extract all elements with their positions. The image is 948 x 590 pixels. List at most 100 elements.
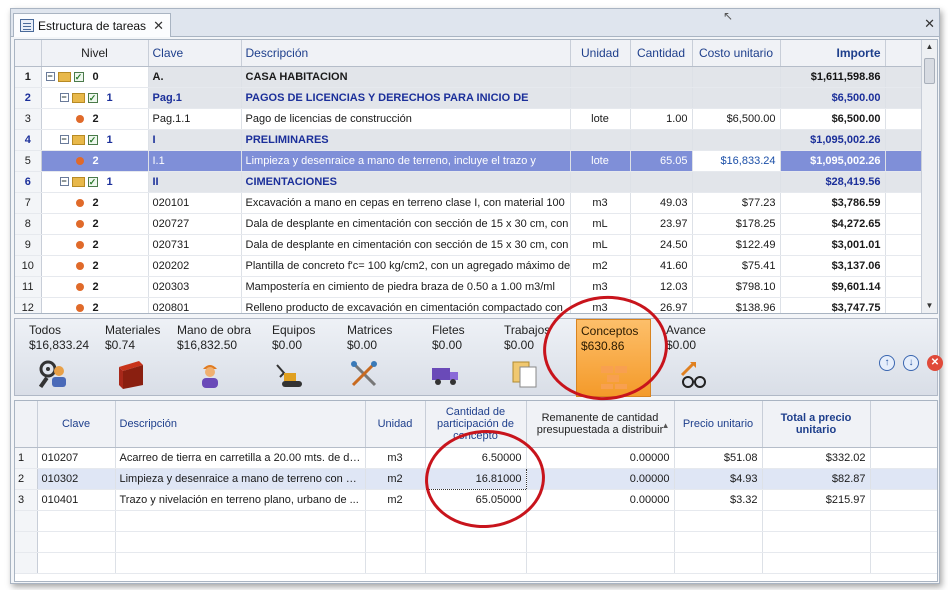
task-row[interactable]: 4 − ✓ 1 I PRELIMINARES $1,095,002.26 bbox=[15, 129, 924, 151]
column-header-unidad[interactable]: Unidad bbox=[365, 401, 426, 448]
cantidad-cell[interactable]: 12.03 bbox=[630, 276, 693, 298]
checked-icon[interactable]: ✓ bbox=[73, 71, 84, 82]
descripcion-cell[interactable]: Plantilla de concreto f'c= 100 kg/cm2, c… bbox=[241, 255, 571, 277]
descripcion-cell[interactable]: Mampostería en cimiento de piedra braza … bbox=[241, 276, 571, 298]
descripcion-cell[interactable]: Limpieza y desenraice a mano de terreno,… bbox=[241, 150, 571, 172]
tree-node[interactable]: − ✓ 1 bbox=[41, 171, 149, 193]
precio-unitario-cell[interactable]: $51.08 bbox=[674, 447, 763, 469]
filter-fletes[interactable]: Fletes $0.00 bbox=[428, 319, 498, 397]
column-header-remanente[interactable]: Remanente de cantidad presupuestada a di… bbox=[526, 401, 675, 448]
descripcion-cell[interactable]: CASA HABITACION bbox=[241, 66, 571, 88]
costo-unitario-cell[interactable]: $122.49 bbox=[692, 234, 781, 256]
unidad-cell[interactable] bbox=[570, 129, 631, 151]
concept-row[interactable]: 1 010207 Acarreo de tierra en carretilla a… bbox=[15, 447, 937, 469]
collapse-icon[interactable]: − bbox=[59, 93, 69, 102]
task-row[interactable]: 10 2 020202 Plantilla de concreto f'c= 100 … bbox=[15, 255, 924, 277]
cantidad-cell[interactable] bbox=[630, 66, 693, 88]
descripcion-cell[interactable]: PRELIMINARES bbox=[241, 129, 571, 151]
column-header-costo-unitario[interactable]: Costo unitario bbox=[692, 40, 781, 67]
task-row[interactable]: 11 2 020303 Mampostería en cimiento de pied… bbox=[15, 276, 924, 298]
cantidad-participacion-cell[interactable]: 6.50000 bbox=[425, 447, 527, 469]
precio-unitario-cell[interactable]: $3.32 bbox=[674, 489, 763, 511]
costo-unitario-cell[interactable]: $75.41 bbox=[692, 255, 781, 277]
costo-unitario-cell[interactable] bbox=[692, 66, 781, 88]
column-header-cantidad[interactable]: Cantidad bbox=[630, 40, 693, 67]
column-header-importe[interactable]: Importe bbox=[780, 40, 886, 67]
cantidad-cell[interactable] bbox=[630, 171, 693, 193]
unidad-cell[interactable]: m3 bbox=[570, 192, 631, 214]
descripcion-cell[interactable]: Relleno producto de excavación en ciment… bbox=[241, 297, 571, 313]
tree-node[interactable]: 2 bbox=[41, 297, 149, 313]
checked-icon[interactable]: ✓ bbox=[87, 176, 98, 187]
cantidad-participacion-cell[interactable]: 65.05000 bbox=[425, 489, 527, 511]
collapse-icon[interactable]: − bbox=[59, 135, 69, 144]
descripcion-cell[interactable]: CIMENTACIONES bbox=[241, 171, 571, 193]
task-row[interactable]: 8 2 020727 Dala de desplante en cimentación… bbox=[15, 213, 924, 235]
tree-node[interactable]: − ✓ 1 bbox=[41, 129, 149, 151]
remanente-cell[interactable]: 0.00000 bbox=[526, 447, 675, 469]
clave-cell[interactable]: 010207 bbox=[37, 447, 116, 469]
unidad-cell[interactable]: m2 bbox=[365, 489, 426, 511]
tree-node[interactable]: 2 bbox=[41, 192, 149, 214]
checked-icon[interactable]: ✓ bbox=[87, 92, 98, 103]
costo-unitario-cell[interactable] bbox=[692, 87, 781, 109]
unidad-cell[interactable] bbox=[570, 171, 631, 193]
remanente-cell[interactable]: 0.00000 bbox=[526, 468, 675, 490]
clave-cell[interactable]: 020202 bbox=[148, 255, 242, 277]
filter-mano-de-obra[interactable]: Mano de obra $16,832.50 bbox=[173, 319, 263, 397]
tree-node[interactable]: − ✓ 0 bbox=[41, 66, 149, 88]
task-row[interactable]: 6 − ✓ 1 II CIMENTACIONES $28,419.56 bbox=[15, 171, 924, 193]
cantidad-cell[interactable] bbox=[630, 87, 693, 109]
costo-unitario-cell[interactable] bbox=[692, 171, 781, 193]
column-header-clave[interactable]: Clave bbox=[37, 401, 116, 448]
filter-equipos[interactable]: Equipos $0.00 bbox=[268, 319, 338, 397]
column-header-descripcion[interactable]: Descripción bbox=[115, 401, 366, 448]
unidad-cell[interactable]: mL bbox=[570, 234, 631, 256]
descripcion-cell[interactable]: Dala de desplante en cimentación con sec… bbox=[241, 213, 571, 235]
remanente-cell[interactable]: 0.00000 bbox=[526, 489, 675, 511]
costo-unitario-cell[interactable] bbox=[692, 129, 781, 151]
move-up-icon[interactable]: ↑ bbox=[879, 355, 895, 371]
cantidad-participacion-cell[interactable]: 16.81000 bbox=[424, 467, 527, 490]
cantidad-cell[interactable]: 49.03 bbox=[630, 192, 693, 214]
costo-unitario-cell[interactable]: $798.10 bbox=[692, 276, 781, 298]
column-header-unidad[interactable]: Unidad bbox=[570, 40, 631, 67]
column-header-cantidad-participacion[interactable]: Cantidad de participación de concepto bbox=[425, 401, 527, 448]
cantidad-cell[interactable]: 24.50 bbox=[630, 234, 693, 256]
concept-row[interactable]: 3 010401 Trazo y nivelación en terreno pla… bbox=[15, 489, 937, 511]
scroll-thumb[interactable] bbox=[924, 58, 935, 84]
task-row[interactable]: 2 − ✓ 1 Pag.1 PAGOS DE LICENCIAS Y DERECHOS P… bbox=[15, 87, 924, 109]
descripcion-cell[interactable]: PAGOS DE LICENCIAS Y DERECHOS PARA INICI… bbox=[241, 87, 571, 109]
task-row[interactable]: 1− ✓ 0 A. CASA HABITACION $1,611,598.86 bbox=[15, 66, 924, 88]
column-header-descripcion[interactable]: Descripción bbox=[241, 40, 571, 67]
tree-node[interactable]: 2 bbox=[41, 276, 149, 298]
collapse-icon[interactable]: − bbox=[59, 177, 69, 186]
costo-unitario-cell[interactable]: $178.25 bbox=[692, 213, 781, 235]
clave-cell[interactable]: 010401 bbox=[37, 489, 116, 511]
unidad-cell[interactable]: m3 bbox=[365, 447, 426, 469]
cantidad-cell[interactable]: 26.97 bbox=[630, 297, 693, 313]
descripcion-cell[interactable]: Acarreo de tierra en carretilla a 20.00 … bbox=[115, 447, 366, 469]
tab-estructura-de-tareas[interactable]: Estructura de tareas ✕ bbox=[13, 13, 171, 37]
delete-icon[interactable]: ✕ bbox=[927, 355, 943, 371]
unidad-cell[interactable]: lote bbox=[570, 150, 631, 172]
column-header-nivel[interactable]: Nivel bbox=[41, 40, 149, 67]
task-row[interactable]: 9 2 020731 Dala de desplante en cimentación… bbox=[15, 234, 924, 256]
unidad-cell[interactable]: m3 bbox=[570, 276, 631, 298]
tree-node[interactable]: − ✓ 1 bbox=[41, 87, 149, 109]
column-header-clave[interactable]: Clave bbox=[148, 40, 242, 67]
task-row[interactable]: 3 2 Pag.1.1 Pago de licencias de construcci… bbox=[15, 108, 924, 130]
filter-trabajos[interactable]: Trabajos $0.00 bbox=[500, 319, 572, 397]
unidad-cell[interactable]: m3 bbox=[570, 297, 631, 313]
descripcion-cell[interactable]: Pago de licencias de construcción bbox=[241, 108, 571, 130]
clave-cell[interactable]: 010302 bbox=[37, 468, 116, 490]
precio-unitario-cell[interactable]: $4.93 bbox=[674, 468, 763, 490]
clave-cell[interactable]: 020303 bbox=[148, 276, 242, 298]
window-close-icon[interactable]: ✕ bbox=[924, 16, 935, 32]
clave-cell[interactable]: 020801 bbox=[148, 297, 242, 313]
tree-node[interactable]: 2 bbox=[41, 213, 149, 235]
tree-node[interactable]: 2 bbox=[41, 234, 149, 256]
clave-cell[interactable]: 020101 bbox=[148, 192, 242, 214]
move-down-icon[interactable]: ↓ bbox=[903, 355, 919, 371]
clave-cell[interactable]: A. bbox=[148, 66, 242, 88]
